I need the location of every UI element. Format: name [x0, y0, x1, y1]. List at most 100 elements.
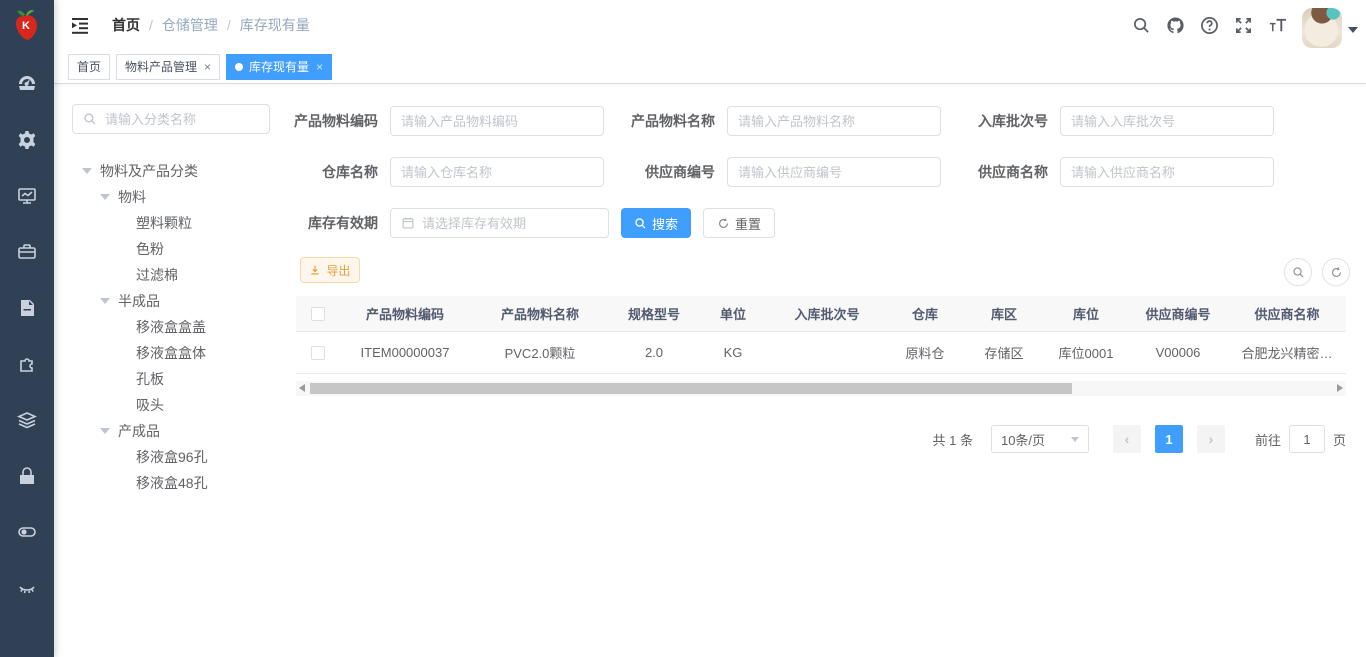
expiry-date-input[interactable]	[422, 216, 598, 231]
tree-node-plastic-pellet[interactable]: 塑料颗粒	[72, 210, 282, 236]
reset-button[interactable]: 重置	[703, 208, 775, 238]
sidebar-item-dashboard[interactable]	[0, 56, 54, 112]
page-size-select[interactable]: 10条/页	[991, 425, 1089, 453]
date-picker[interactable]	[390, 208, 609, 238]
sidebar-item-lock[interactable]	[0, 448, 54, 504]
sidebar-item-document[interactable]	[0, 280, 54, 336]
sidebar-item-toggle[interactable]	[0, 504, 54, 560]
field-label: 产品物料名称	[619, 111, 715, 131]
header-search-button[interactable]	[1124, 0, 1158, 50]
user-menu[interactable]	[1302, 3, 1358, 48]
tree-node-material[interactable]: 物料	[72, 184, 282, 210]
header-actions	[1124, 0, 1358, 50]
app-logo[interactable]: K	[0, 0, 54, 50]
sidebar-item-briefcase[interactable]	[0, 224, 54, 280]
tree-node-root[interactable]: 物料及产品分类	[72, 158, 282, 184]
github-button[interactable]	[1158, 0, 1192, 50]
refresh-table-button[interactable]	[1322, 258, 1350, 286]
help-button[interactable]	[1192, 0, 1226, 50]
scroll-left-arrow-icon[interactable]	[299, 384, 305, 392]
strawberry-logo-icon: K	[10, 7, 44, 43]
cell-item-code: ITEM00000037	[340, 345, 470, 360]
tab-close-icon[interactable]: ×	[316, 61, 323, 73]
tree-node-label: 移液盒盒盖	[136, 317, 206, 337]
table-horizontal-scrollbar[interactable]	[296, 381, 1346, 396]
tree-expand-icon[interactable]	[100, 298, 118, 304]
tree-node-box-body[interactable]: 移液盒盒体	[72, 340, 282, 366]
tree-node-label: 过滤棉	[136, 265, 178, 285]
sidebar-item-component[interactable]	[0, 336, 54, 392]
tree-node-box-96[interactable]: 移液盒96孔	[72, 444, 282, 470]
tree-expand-icon[interactable]	[100, 428, 118, 434]
tree-expand-icon[interactable]	[82, 168, 100, 174]
eye-closed-icon	[17, 578, 37, 598]
svg-text:K: K	[22, 20, 30, 32]
table-row[interactable]: ITEM00000037 PVC2.0颗粒 2.0 KG 原料仓 存储区 库位0…	[296, 332, 1346, 374]
tab-material-product-mgmt[interactable]: 物料产品管理 ×	[116, 54, 220, 80]
tree-node-well-plate[interactable]: 孔板	[72, 366, 282, 392]
select-all-checkbox[interactable]	[311, 307, 325, 321]
sidebar-item-system[interactable]	[0, 112, 54, 168]
search-icon	[83, 112, 97, 126]
dashboard-icon	[17, 74, 37, 94]
tree-expand-icon[interactable]	[100, 194, 118, 200]
col-item-name: 产品物料名称	[470, 304, 610, 323]
cell-item-name: PVC2.0颗粒	[470, 343, 610, 362]
item-code-input[interactable]	[401, 114, 593, 129]
font-size-button[interactable]	[1260, 0, 1294, 50]
supplier-name-input[interactable]	[1071, 165, 1263, 180]
item-name-input[interactable]	[738, 114, 930, 129]
prev-page-button[interactable]: ‹	[1113, 425, 1141, 453]
next-page-button[interactable]: ›	[1197, 425, 1225, 453]
tab-inventory-on-hand[interactable]: 库存现有量 ×	[226, 54, 332, 80]
cell-location: 库位0001	[1044, 343, 1128, 362]
document-icon	[17, 298, 37, 318]
fullscreen-button[interactable]	[1226, 0, 1260, 50]
scrollbar-thumb[interactable]	[310, 383, 1072, 394]
sidebar-item-monitor[interactable]	[0, 168, 54, 224]
tab-close-icon[interactable]: ×	[204, 61, 211, 73]
inventory-table: 产品物料编码 产品物料名称 规格型号 单位 入库批次号 仓库 库区 库位 供应商…	[296, 296, 1346, 374]
sidebar-item-layers[interactable]	[0, 392, 54, 448]
puzzle-icon	[17, 354, 37, 374]
inbound-batch-input[interactable]	[1071, 114, 1263, 129]
warehouse-name-input[interactable]	[401, 165, 593, 180]
goto-page-input[interactable]	[1289, 425, 1325, 453]
category-tree: 物料及产品分类 物料 塑料颗粒 色粉 过滤棉 半成品 移液盒盒盖 移液盒盒体	[72, 158, 282, 496]
cell-supplier-name: 合肥龙兴精密…	[1228, 343, 1346, 362]
tree-node-finished[interactable]: 产成品	[72, 418, 282, 444]
breadcrumb-warehouse[interactable]: 仓储管理	[162, 15, 218, 35]
tree-node-filter-cotton[interactable]: 过滤棉	[72, 262, 282, 288]
tree-node-box-lid[interactable]: 移液盒盒盖	[72, 314, 282, 340]
cell-warehouse: 原料仓	[886, 343, 964, 362]
cell-spec: 2.0	[610, 345, 698, 360]
avatar[interactable]	[1302, 8, 1342, 48]
tree-node-semi-finished[interactable]: 半成品	[72, 288, 282, 314]
tree-node-label: 吸头	[136, 395, 164, 415]
supplier-code-input[interactable]	[738, 165, 930, 180]
search-button[interactable]: 搜索	[621, 208, 691, 238]
tree-node-tip[interactable]: 吸头	[72, 392, 282, 418]
field-label: 产品物料编码	[282, 111, 378, 131]
export-button[interactable]: 导出	[300, 257, 360, 283]
page-1-button[interactable]: 1	[1155, 425, 1183, 453]
sidebar-item-theme[interactable]	[0, 560, 54, 616]
tree-node-label: 产成品	[118, 421, 160, 441]
field-item-code: 产品物料编码	[282, 106, 604, 136]
row-checkbox[interactable]	[311, 346, 325, 360]
cell-supplier-code: V00006	[1128, 345, 1228, 360]
scroll-right-arrow-icon[interactable]	[1337, 384, 1343, 392]
breadcrumb-home[interactable]: 首页	[112, 15, 140, 35]
github-icon	[1166, 16, 1185, 35]
tab-label: 物料产品管理	[125, 58, 197, 75]
breadcrumb-separator: /	[149, 17, 153, 33]
chart-board-icon	[17, 186, 37, 206]
tree-node-pigment[interactable]: 色粉	[72, 236, 282, 262]
tab-home[interactable]: 首页	[68, 54, 110, 80]
category-search-input[interactable]	[105, 112, 259, 127]
show-search-toggle-button[interactable]	[1284, 258, 1312, 286]
page-size-value: 10条/页	[1001, 430, 1045, 449]
tree-node-box-48[interactable]: 移液盒48孔	[72, 470, 282, 496]
tab-label: 首页	[77, 58, 101, 75]
hamburger-icon[interactable]	[70, 15, 90, 35]
